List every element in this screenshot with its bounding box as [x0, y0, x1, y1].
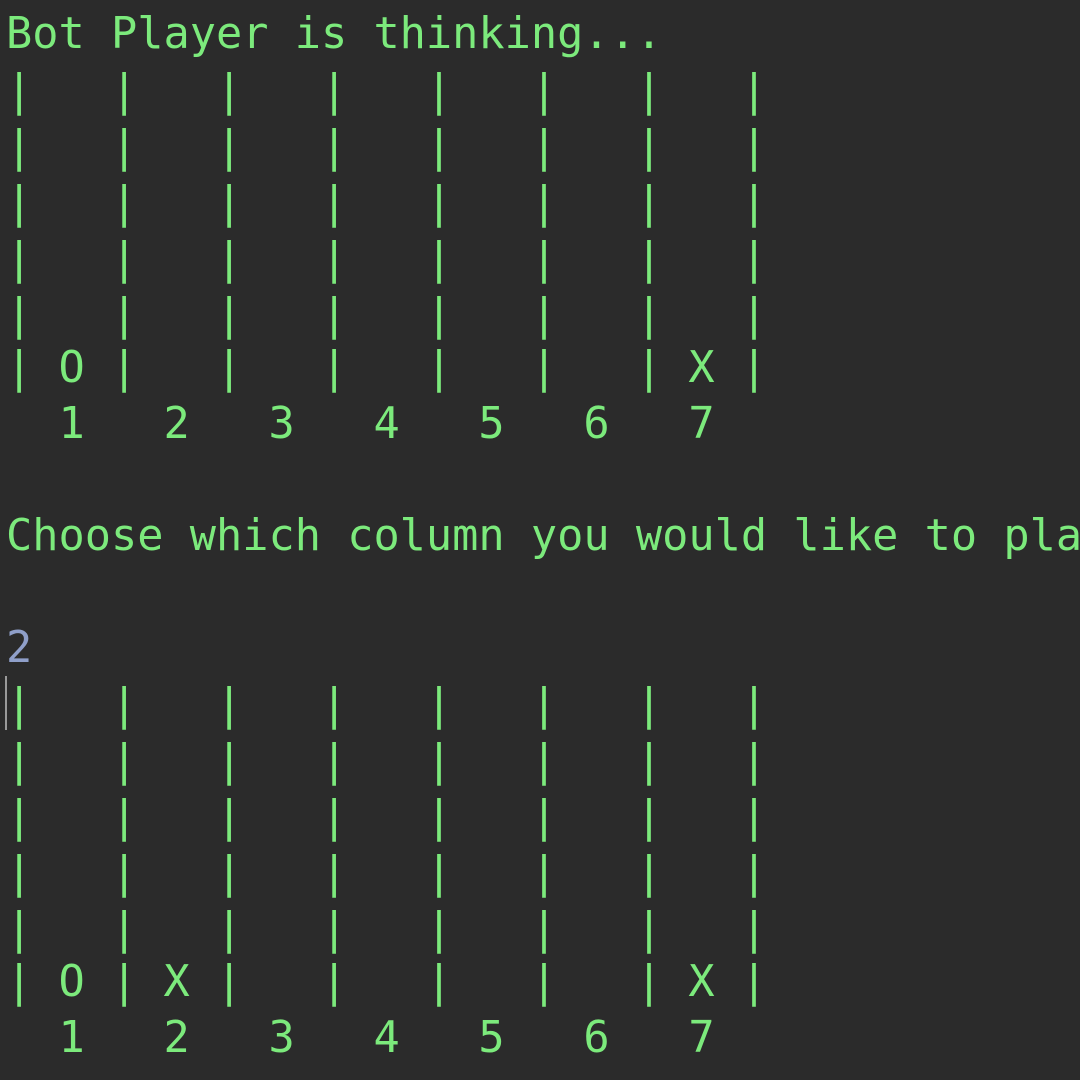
board-row-3: | | | | | | | |	[6, 792, 768, 842]
board-row-5: | | | | | | | |	[6, 904, 768, 954]
board-row-3: | | | | | | | |	[6, 178, 768, 228]
board-row-6: | O | X | | | | | X |	[6, 957, 768, 1007]
column-choice-prompt: Choose which column you would like to pl…	[6, 511, 1080, 561]
board-row-2: | | | | | | | |	[6, 122, 768, 172]
board-row-2: | | | | | | | |	[6, 736, 768, 786]
board-row-1: | | | | | | | |	[6, 680, 768, 730]
board-row-4: | | | | | | | |	[6, 848, 768, 898]
user-input-echo: 2	[6, 623, 33, 673]
column-numbers: 1 2 3 4 5 6 7	[6, 1013, 715, 1063]
column-numbers: 1 2 3 4 5 6 7	[6, 399, 715, 449]
board-row-6: | O | | | | | | X |	[6, 343, 768, 393]
board-row-1: | | | | | | | |	[6, 66, 768, 116]
board-row-4: | | | | | | | |	[6, 234, 768, 284]
bot-thinking-status: Bot Player is thinking...	[6, 9, 663, 59]
board-row-5: | | | | | | | |	[6, 290, 768, 340]
terminal-window[interactable]: Bot Player is thinking... | | | | | | | …	[0, 0, 1080, 1080]
